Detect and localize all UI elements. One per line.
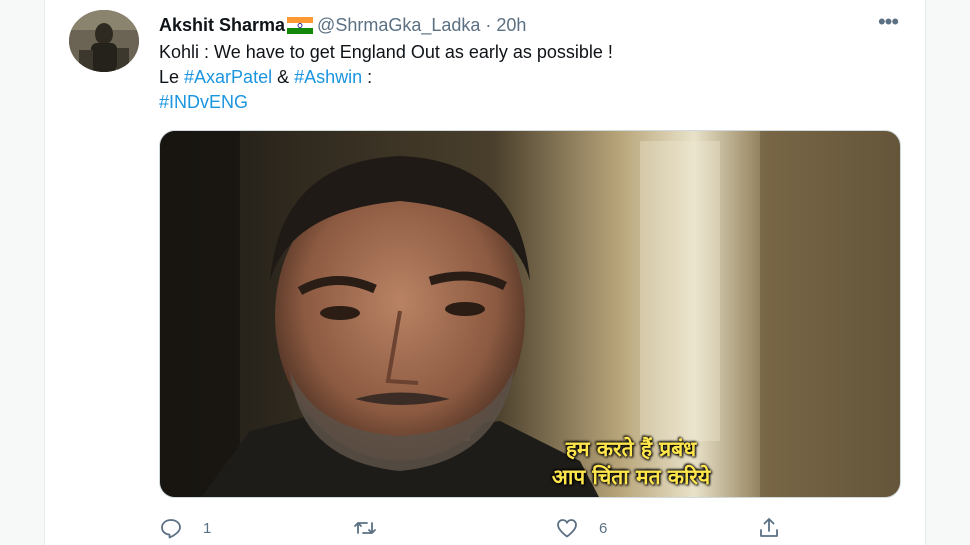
retweet-button[interactable] xyxy=(353,512,397,544)
hashtag-axarpatel[interactable]: #AxarPatel xyxy=(184,67,272,87)
heart-icon xyxy=(557,519,577,538)
author-handle[interactable]: @ShrmaGka_Ladka xyxy=(317,15,480,36)
line2-suffix: : xyxy=(362,67,373,87)
tweet-actions: 1 6 xyxy=(159,512,901,544)
line2-ampersand: & xyxy=(272,67,295,87)
like-button[interactable]: 6 xyxy=(555,512,607,544)
hashtag-indveng[interactable]: #INDvENG xyxy=(159,92,248,112)
tweet-time[interactable]: 20h xyxy=(496,15,526,36)
hashtag-ashwin[interactable]: #Ashwin xyxy=(294,67,362,87)
tweet-line-1: Kohli : We have to get England Out as ea… xyxy=(159,42,613,62)
author-name[interactable]: Akshit Sharma xyxy=(159,15,285,36)
tweet-media-image[interactable]: हम करते हैं प्रबंध आप चिंता मत करिये xyxy=(159,130,901,498)
like-count: 6 xyxy=(599,519,608,537)
reply-button[interactable]: 1 xyxy=(159,512,211,544)
separator-dot: · xyxy=(485,14,492,35)
reply-icon xyxy=(161,519,181,539)
tweet-line-2: Le #AxarPatel & #Ashwin : xyxy=(159,65,613,90)
tweet-line-3: #INDvENG xyxy=(159,90,613,115)
retweet-icon xyxy=(354,522,376,534)
reply-count: 1 xyxy=(203,519,212,537)
more-options-icon[interactable]: ••• xyxy=(875,11,901,34)
tweet-text: Kohli : We have to get England Out as ea… xyxy=(159,40,613,115)
left-margin xyxy=(0,0,44,545)
india-flag-icon xyxy=(287,16,314,34)
subtitle-line-2: आप चिंता मत करिये xyxy=(551,465,711,489)
tweet-card[interactable]: Akshit Sharma @ShrmaGka_Ladka · 20h ••• … xyxy=(44,0,926,545)
subtitle-line-1: हम करते हैं प्रबंध xyxy=(565,437,697,461)
right-margin xyxy=(926,0,970,545)
avatar[interactable] xyxy=(69,10,139,72)
share-button[interactable] xyxy=(757,512,781,544)
line2-prefix: Le xyxy=(159,67,185,87)
share-icon xyxy=(760,518,778,537)
tweet-header: Akshit Sharma @ShrmaGka_Ladka · 20h xyxy=(159,12,526,38)
